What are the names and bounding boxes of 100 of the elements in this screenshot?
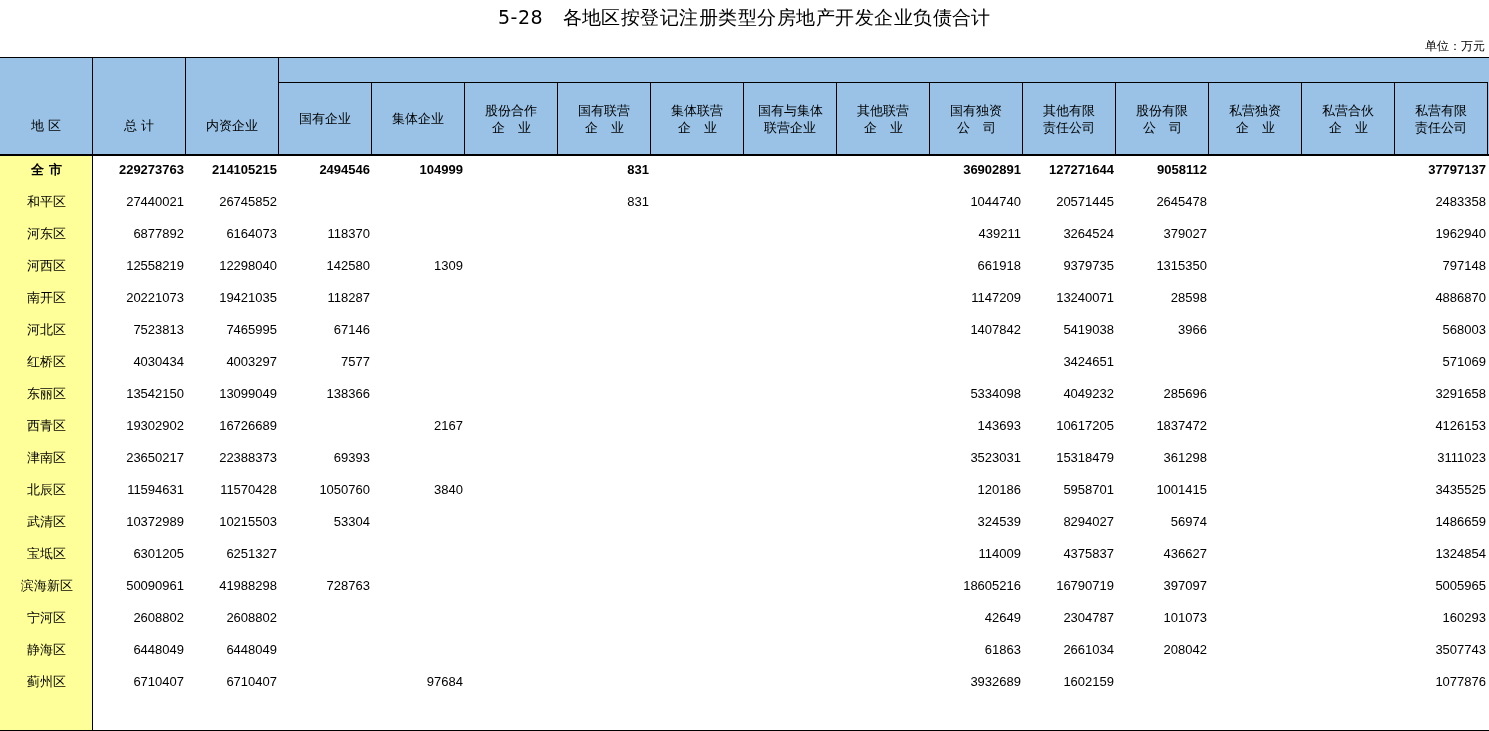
number-cell-text: 20571445 [1055, 193, 1115, 211]
number-cell-text: 15318479 [1055, 449, 1115, 467]
number-cell-text: 16790719 [1055, 577, 1115, 595]
number-cell-text: 6164073 [225, 225, 278, 243]
number-cell-text: 3111023 [1436, 449, 1487, 467]
number-cell-text: 1602159 [1062, 673, 1115, 691]
column-header: 国有与集体 联营企业 [744, 82, 837, 154]
number-cell-text: 11594631 [126, 481, 185, 499]
number-cell-text: 1315350 [1155, 257, 1208, 275]
number-cell-text: 571069 [1441, 353, 1487, 371]
number-cell-text: 69393 [332, 449, 371, 467]
number-cell-text: 53304 [332, 513, 371, 531]
region-cell-text: 红桥区 [26, 353, 67, 371]
number-cell-text: 3291658 [1434, 385, 1487, 403]
number-cell-text: 1962940 [1434, 225, 1487, 243]
number-cell-text: 3435525 [1434, 481, 1487, 499]
number-cell-text: 4886870 [1434, 289, 1487, 307]
number-cell-text: 439211 [977, 225, 1022, 243]
number-cell-text: 1050760 [318, 481, 371, 499]
number-cell-text: 7577 [340, 353, 371, 371]
number-cell-text: 9058112 [1156, 161, 1208, 179]
number-cell-text: 12298040 [218, 257, 278, 275]
region-cell-text: 武清区 [26, 513, 67, 531]
number-cell-text: 7523813 [132, 321, 185, 339]
number-cell-text: 1309 [433, 257, 464, 275]
number-cell-text: 11570428 [219, 481, 278, 499]
number-cell-text: 120186 [976, 481, 1022, 499]
column-header: 其他联营 企 业 [837, 82, 930, 154]
number-cell-text: 8294027 [1062, 513, 1115, 531]
number-cell-text: 101073 [1162, 609, 1208, 627]
column-header: 私营有限 责任公司 [1395, 82, 1488, 154]
number-cell-text: 127271644 [1047, 161, 1115, 179]
column-header: 地 区 [0, 58, 93, 154]
number-cell-text: 285696 [1162, 385, 1208, 403]
number-cell-text: 6448049 [132, 641, 185, 659]
number-cell-text: 118370 [326, 225, 371, 243]
number-cell-text: 160293 [1441, 609, 1487, 627]
number-cell-text: 1324854 [1434, 545, 1487, 563]
number-cell-text: 3507743 [1434, 641, 1487, 659]
number-cell-text: 37797137 [1427, 161, 1487, 179]
number-cell-text: 36902891 [962, 161, 1022, 179]
number-cell-text: 1486659 [1434, 513, 1487, 531]
number-cell-text: 28598 [1169, 289, 1208, 307]
number-cell-text: 5958701 [1062, 481, 1115, 499]
number-cell-text: 2494546 [318, 161, 371, 179]
region-cell-text: 河北区 [26, 321, 67, 339]
number-cell-text: 6251327 [225, 545, 278, 563]
number-cell-text: 4003297 [225, 353, 278, 371]
number-cell-text: 831 [626, 161, 650, 179]
column-header: 总 计 [93, 58, 186, 154]
number-cell-text: 12558219 [125, 257, 185, 275]
number-cell-text: 13542150 [125, 385, 185, 403]
number-cell-text: 10617205 [1055, 417, 1115, 435]
number-cell-text: 436627 [1162, 545, 1208, 563]
region-cell-text: 宝坻区 [26, 545, 67, 563]
number-cell-text: 97684 [425, 673, 464, 691]
number-cell-text: 42649 [983, 609, 1022, 627]
number-cell-text: 1044740 [969, 193, 1022, 211]
number-cell-text: 143693 [976, 417, 1022, 435]
region-cell-text: 蓟州区 [26, 673, 67, 691]
number-cell-text: 324539 [976, 513, 1022, 531]
number-cell-text: 379027 [1162, 225, 1208, 243]
number-cell-text: 568003 [1441, 321, 1487, 339]
number-cell-text: 1147209 [970, 289, 1022, 307]
number-cell-text: 6301205 [132, 545, 185, 563]
number-cell-text: 50090961 [125, 577, 185, 595]
number-cell-text: 728763 [325, 577, 371, 595]
number-cell-text: 114009 [977, 545, 1022, 563]
number-cell-text: 2483358 [1434, 193, 1487, 211]
region-cell-text: 滨海新区 [19, 577, 74, 595]
number-cell-text: 2167 [433, 417, 464, 435]
number-cell-text: 27440021 [125, 193, 185, 211]
number-cell-text: 2608802 [225, 609, 278, 627]
region-cell-text: 西青区 [26, 417, 67, 435]
number-cell-text: 6710407 [225, 673, 278, 691]
number-cell-text: 138366 [325, 385, 371, 403]
number-cell-text: 7465995 [225, 321, 278, 339]
region-cell-text: 北辰区 [26, 481, 67, 499]
region-cell-text: 南开区 [26, 289, 67, 307]
number-cell-text: 5419038 [1062, 321, 1115, 339]
number-cell-text: 26745852 [218, 193, 278, 211]
number-cell-text: 208042 [1162, 641, 1208, 659]
number-cell-text: 18605216 [962, 577, 1022, 595]
number-cell-text: 2661034 [1062, 641, 1115, 659]
number-cell-text: 41988298 [218, 577, 278, 595]
number-cell-text: 6710407 [132, 673, 185, 691]
number-cell-text: 661918 [976, 257, 1022, 275]
number-cell-text: 229273763 [117, 161, 185, 179]
number-cell-text: 2645478 [1155, 193, 1208, 211]
region-cell-text: 东丽区 [26, 385, 67, 403]
number-cell-text: 5005965 [1434, 577, 1487, 595]
table-title: 5-28 各地区按登记注册类型分房地产开发企业负债合计 [498, 4, 991, 30]
column-header: 国有独资 公 司 [930, 82, 1023, 154]
number-cell-text: 4030434 [132, 353, 185, 371]
number-cell-text: 104999 [418, 161, 464, 179]
number-cell-text: 4375837 [1062, 545, 1115, 563]
number-cell-text: 2304787 [1062, 609, 1115, 627]
column-header: 国有联营 企 业 [558, 82, 651, 154]
region-cell-text: 河东区 [26, 225, 67, 243]
number-cell-text: 797148 [1441, 257, 1487, 275]
